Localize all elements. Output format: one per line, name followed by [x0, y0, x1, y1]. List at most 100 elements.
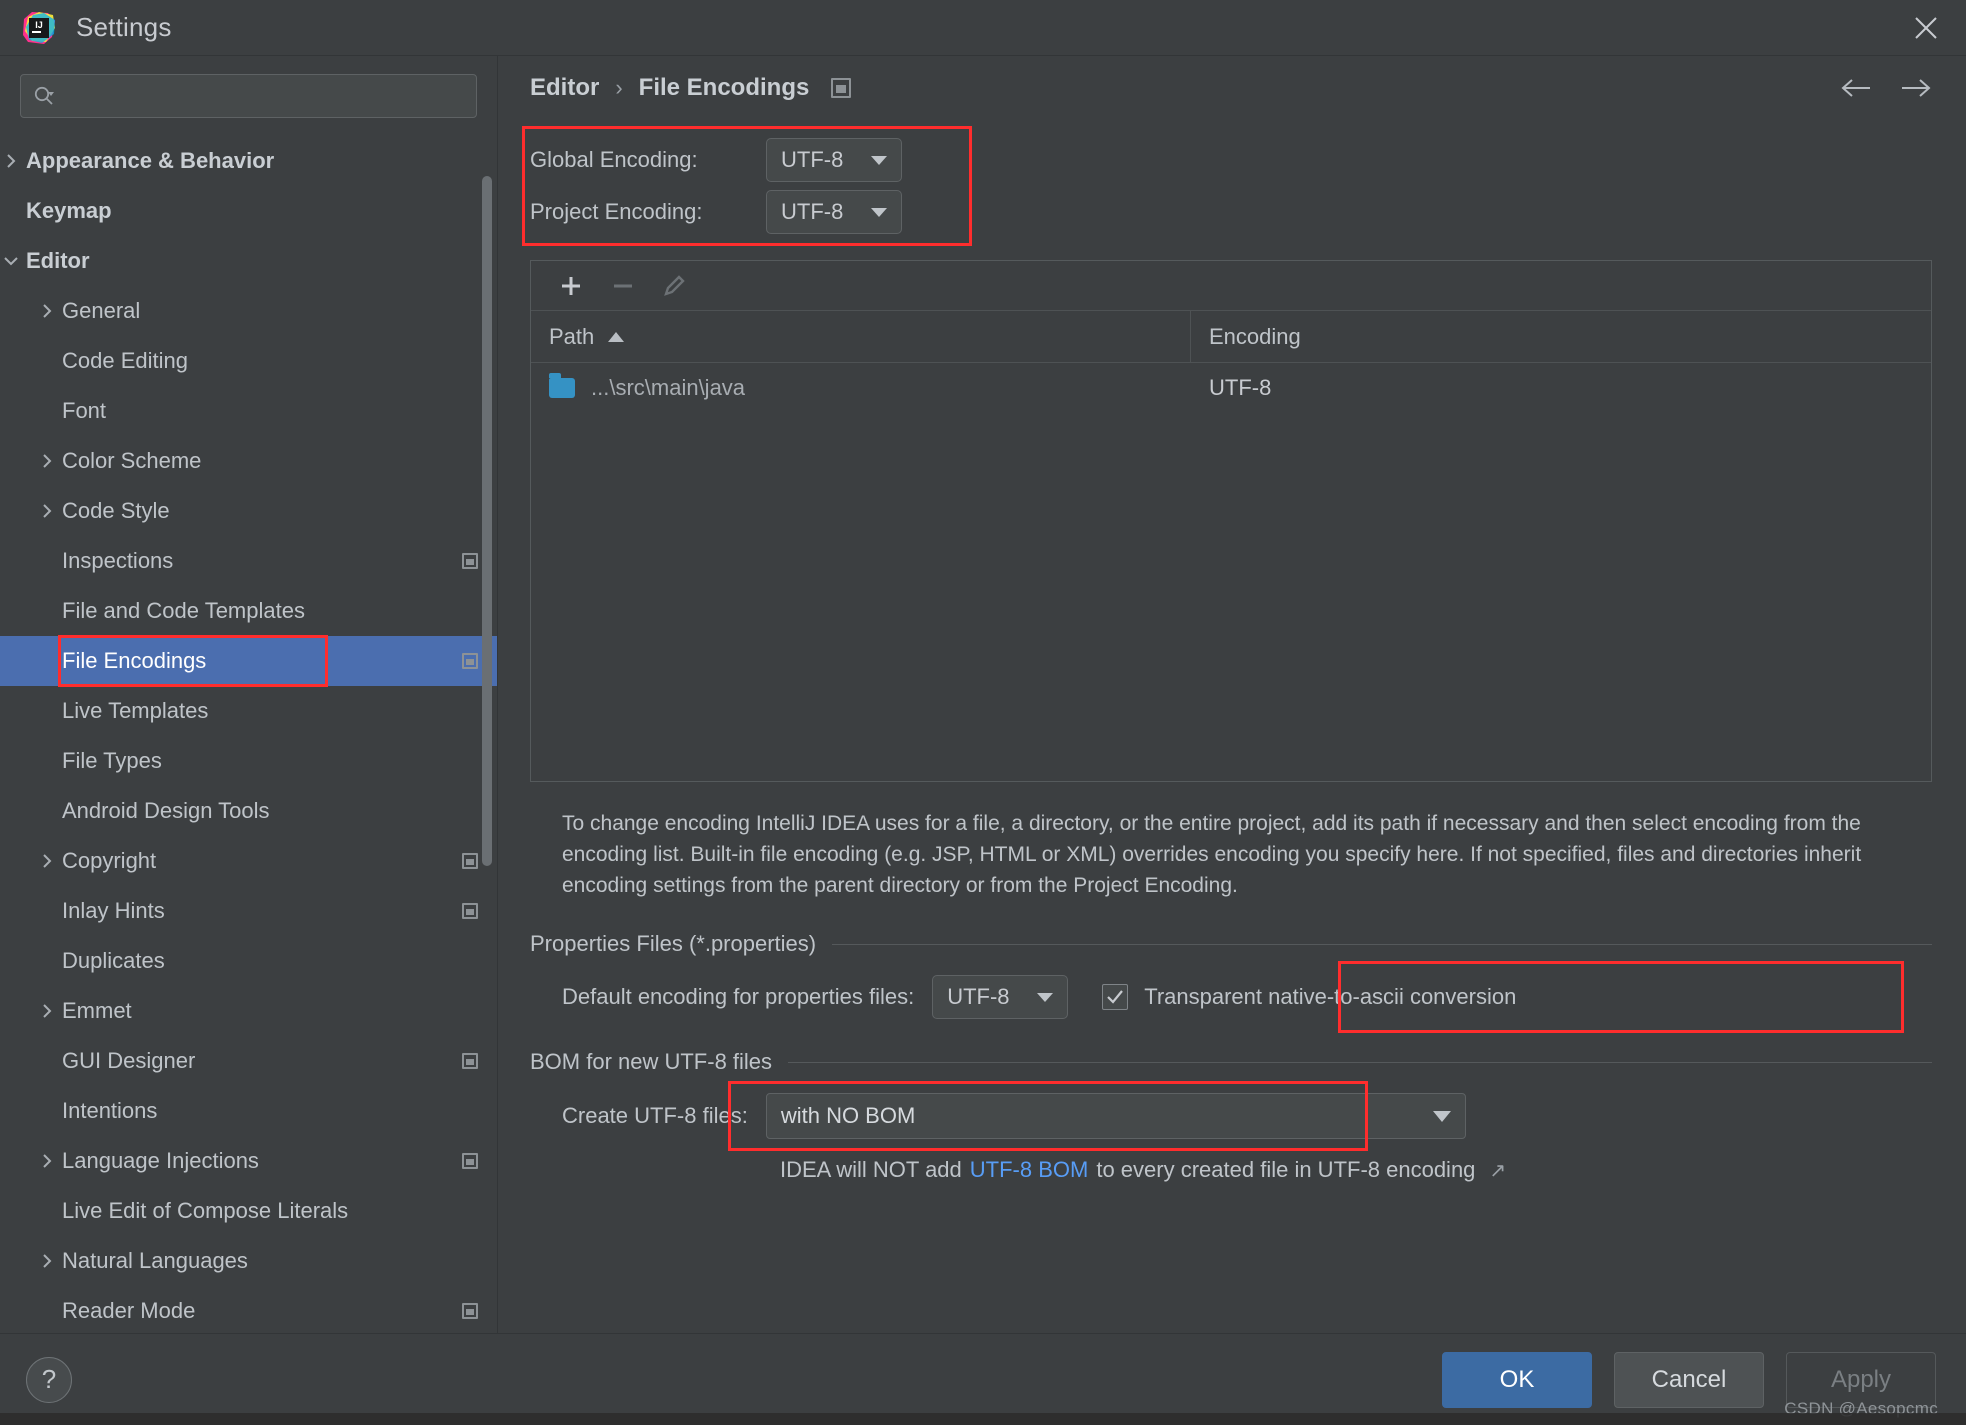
- properties-encoding-value: UTF-8: [947, 984, 1010, 1009]
- ok-button[interactable]: OK: [1442, 1351, 1592, 1408]
- chevron-right-icon: [36, 853, 58, 869]
- main-content: Global Encoding: UTF-8 Project Encoding:…: [498, 120, 1966, 1333]
- sidebar-item-duplicates[interactable]: Duplicates: [0, 936, 497, 986]
- sidebar-item-inspections[interactable]: Inspections: [0, 536, 497, 586]
- sidebar-item-file-encodings[interactable]: File Encodings: [0, 636, 497, 686]
- settings-dialog: IJ Settings Appearance & Behavior Keymap…: [0, 0, 1966, 1425]
- sidebar-item-code-editing[interactable]: Code Editing: [0, 336, 497, 386]
- settings-main-panel: Editor › File Encodings Global Encoding:…: [498, 56, 1966, 1333]
- chevron-right-icon: [36, 503, 58, 519]
- search-box[interactable]: [20, 74, 477, 118]
- sidebar-item-label: Copyright: [62, 848, 157, 873]
- sidebar-item-editor[interactable]: Editor: [0, 236, 497, 286]
- sidebar-item-android-design-tools[interactable]: Android Design Tools: [0, 786, 497, 836]
- arrow-right-icon[interactable]: [1900, 77, 1932, 99]
- sidebar-item-file-types[interactable]: File Types: [0, 736, 497, 786]
- table-body: ...\src\main\java UTF-8: [531, 363, 1931, 781]
- section-divider: [832, 943, 1932, 945]
- sidebar-item-emmet[interactable]: Emmet: [0, 986, 497, 1036]
- column-header-encoding[interactable]: Encoding: [1191, 311, 1931, 362]
- sidebar-item-keymap[interactable]: Keymap: [0, 186, 497, 236]
- search-input[interactable]: [55, 85, 464, 107]
- sidebar-item-label: Android Design Tools: [62, 798, 270, 823]
- chevron-right-icon: [36, 453, 58, 469]
- sidebar-item-label: Emmet: [62, 998, 132, 1023]
- checkbox-box: [1102, 984, 1129, 1010]
- properties-section-title: Properties Files (*.properties): [530, 931, 817, 956]
- project-encoding-row: Project Encoding: UTF-8: [530, 186, 968, 238]
- window-title: Settings: [76, 12, 172, 42]
- sidebar-item-code-style[interactable]: Code Style: [0, 486, 497, 536]
- nav-arrows: [1840, 77, 1932, 99]
- sidebar-item-label: Live Edit of Compose Literals: [62, 1198, 349, 1223]
- project-scope-icon: [461, 852, 479, 870]
- sidebar-item-file-and-code-templates[interactable]: File and Code Templates: [0, 586, 497, 636]
- global-encoding-row: Global Encoding: UTF-8: [530, 134, 968, 186]
- sidebar-item-label: Reader Mode: [62, 1298, 196, 1323]
- minus-icon[interactable]: [601, 266, 645, 306]
- bom-section-title: BOM for new UTF-8 files: [530, 1049, 773, 1074]
- sidebar-item-color-scheme[interactable]: Color Scheme: [0, 436, 497, 486]
- external-link-icon[interactable]: ↗: [1489, 1158, 1506, 1183]
- search-container: [0, 56, 497, 132]
- project-encoding-dropdown[interactable]: UTF-8: [766, 190, 902, 234]
- properties-encoding-dropdown[interactable]: UTF-8: [932, 975, 1069, 1019]
- sidebar-item-inlay-hints[interactable]: Inlay Hints: [0, 886, 497, 936]
- sidebar-item-natural-languages[interactable]: Natural Languages: [0, 1236, 497, 1286]
- plus-icon[interactable]: [549, 266, 593, 306]
- project-scope-icon: [461, 1152, 479, 1170]
- encodings-table: Path Encoding ...\src\main\java UTF-8: [530, 260, 1932, 782]
- breadcrumb-parent[interactable]: Editor: [530, 74, 599, 102]
- global-encoding-label: Global Encoding:: [530, 147, 698, 172]
- sidebar-item-intentions[interactable]: Intentions: [0, 1086, 497, 1136]
- bom-note-prefix: IDEA will NOT add: [780, 1157, 962, 1182]
- chevron-right-icon: [36, 1003, 58, 1019]
- close-icon[interactable]: [1904, 6, 1948, 50]
- table-row[interactable]: ...\src\main\java UTF-8: [531, 363, 1931, 413]
- search-icon: [33, 85, 55, 107]
- chevron-right-icon: [36, 303, 58, 319]
- sidebar-item-general[interactable]: General: [0, 286, 497, 336]
- cancel-button[interactable]: Cancel: [1614, 1351, 1764, 1408]
- sidebar-item-label: File Encodings: [62, 648, 207, 673]
- sidebar-item-live-templates[interactable]: Live Templates: [0, 686, 497, 736]
- pencil-icon[interactable]: [653, 266, 697, 306]
- sidebar-item-label: GUI Designer: [62, 1048, 196, 1073]
- sidebar-item-copyright[interactable]: Copyright: [0, 836, 497, 886]
- sidebar-item-label: Code Editing: [62, 348, 188, 373]
- project-encoding-value: UTF-8: [781, 199, 844, 224]
- sidebar-scrollbar[interactable]: [482, 176, 492, 866]
- sidebar-item-gui-designer[interactable]: GUI Designer: [0, 1036, 497, 1086]
- global-encoding-dropdown[interactable]: UTF-8: [766, 138, 902, 182]
- sidebar-item-font[interactable]: Font: [0, 386, 497, 436]
- folder-icon: [549, 373, 575, 398]
- background-strip: [0, 1413, 1966, 1425]
- sidebar-item-live-edit-of-compose-literals[interactable]: Live Edit of Compose Literals: [0, 1186, 497, 1236]
- column-header-path[interactable]: Path: [531, 311, 1191, 362]
- breadcrumb-current: File Encodings: [638, 74, 810, 101]
- help-button[interactable]: ?: [26, 1356, 72, 1403]
- transparent-conversion-checkbox[interactable]: Transparent native-to-ascii conversion: [1102, 984, 1516, 1010]
- properties-files-section: Properties Files (*.properties) Default …: [530, 931, 1932, 1033]
- chevron-down-icon: [1432, 1110, 1451, 1122]
- sidebar-item-label: File Types: [62, 748, 162, 773]
- check-icon: [1107, 990, 1124, 1004]
- bom-note: IDEA will NOT add UTF-8 BOM to every cre…: [530, 1157, 1932, 1183]
- sidebar-item-label: Natural Languages: [62, 1248, 248, 1273]
- sidebar-item-label: Inlay Hints: [62, 898, 165, 923]
- table-cell-path-label: ...\src\main\java: [591, 375, 746, 400]
- sidebar-item-label: Intentions: [62, 1098, 158, 1123]
- settings-sidebar: Appearance & Behavior Keymap Editor General…: [0, 56, 498, 1333]
- settings-tree: Appearance & Behavior Keymap Editor General…: [0, 132, 497, 1333]
- bom-dropdown-value: with NO BOM: [780, 1103, 916, 1128]
- breadcrumb-separator: ›: [615, 75, 623, 100]
- bom-dropdown[interactable]: with NO BOM: [765, 1093, 1466, 1139]
- sidebar-item-reader-mode[interactable]: Reader Mode: [0, 1286, 497, 1333]
- arrow-left-icon[interactable]: [1840, 77, 1872, 99]
- default-properties-encoding-label: Default encoding for properties files:: [562, 984, 915, 1009]
- utf8-bom-link[interactable]: UTF-8 BOM: [962, 1157, 1097, 1183]
- section-divider: [788, 1061, 1932, 1063]
- sidebar-item-appearance-behavior[interactable]: Appearance & Behavior: [0, 136, 497, 186]
- chevron-down-icon: [0, 253, 22, 269]
- sidebar-item-language-injections[interactable]: Language Injections: [0, 1136, 497, 1186]
